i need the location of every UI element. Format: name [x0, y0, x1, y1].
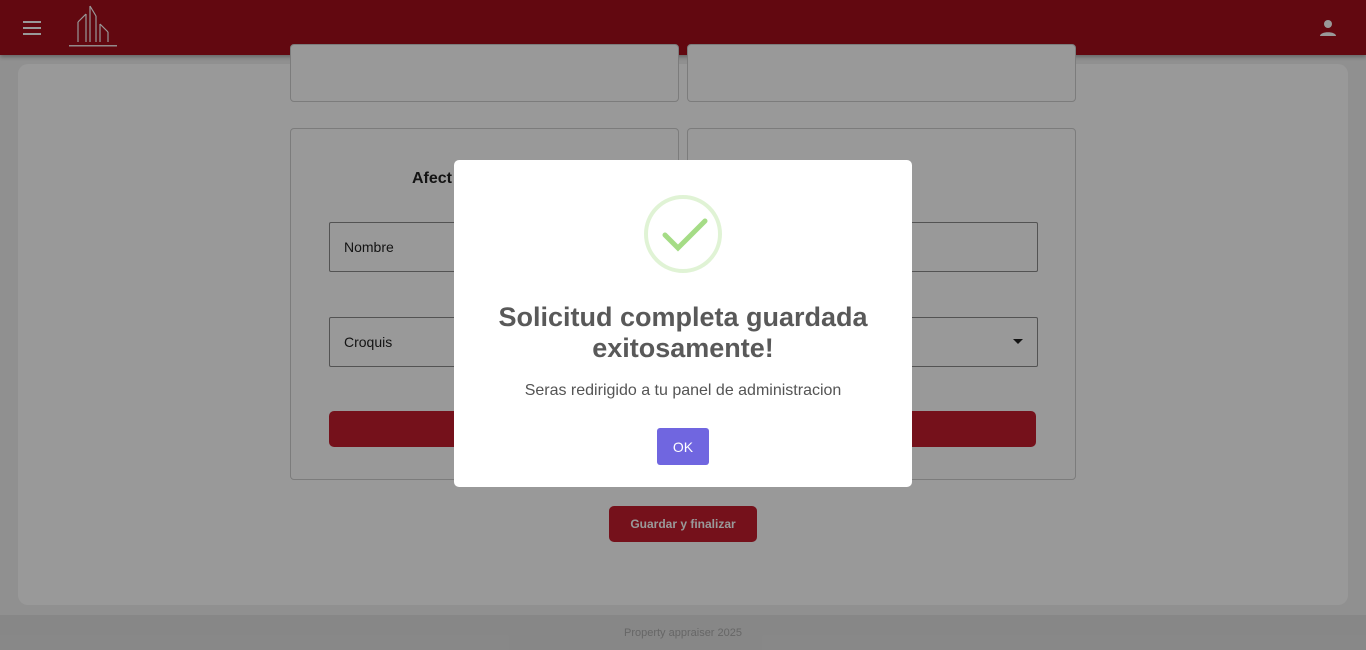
ok-button[interactable]: OK — [657, 428, 709, 465]
success-dialog: Solicitud completa guardada exitosamente… — [454, 160, 912, 487]
success-check-icon — [643, 194, 723, 274]
dialog-message: Seras redirigido a tu panel de administr… — [524, 382, 842, 399]
dialog-title: Solicitud completa guardada exitosamente… — [498, 302, 868, 363]
